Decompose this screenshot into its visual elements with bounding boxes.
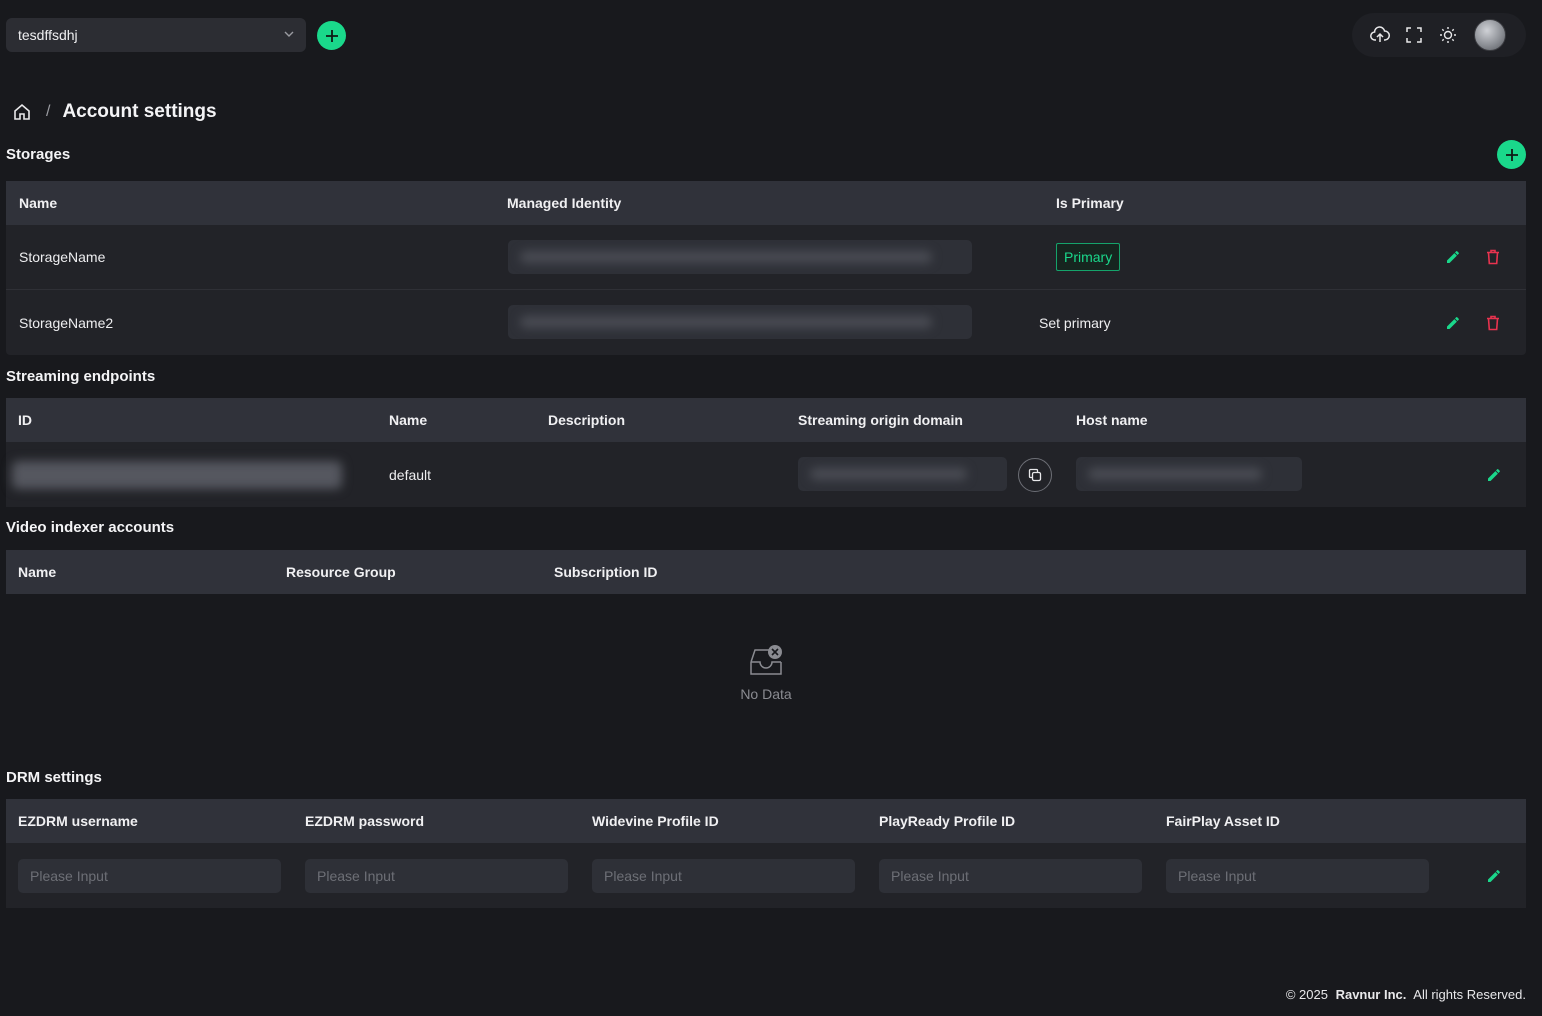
endpoint-name: default bbox=[389, 466, 432, 483]
chevron-down-icon bbox=[284, 31, 294, 37]
edit-icon[interactable] bbox=[1485, 466, 1503, 484]
column-header: Description bbox=[548, 412, 626, 428]
storage-name: StorageName2 bbox=[19, 314, 114, 331]
managed-identity-value bbox=[508, 240, 972, 274]
edit-icon[interactable] bbox=[1444, 314, 1462, 332]
edit-icon[interactable] bbox=[1485, 867, 1503, 885]
fairplay-asset-id-input[interactable] bbox=[1166, 858, 1429, 893]
column-header: Managed Identity bbox=[507, 195, 622, 211]
footer-rights: All rights Reserved. bbox=[1413, 987, 1526, 1002]
storage-name: StorageName bbox=[19, 249, 106, 265]
plus-icon bbox=[1505, 148, 1518, 161]
primary-badge: Primary bbox=[1056, 243, 1121, 271]
footer: © 2025 Ravnur Inc. All rights Reserved. bbox=[1286, 987, 1526, 1002]
copy-button[interactable] bbox=[1018, 457, 1052, 492]
column-header: Subscription ID bbox=[554, 564, 658, 580]
delete-icon[interactable] bbox=[1484, 314, 1502, 332]
page-title: Account settings bbox=[62, 101, 217, 122]
fullscreen-icon[interactable] bbox=[1404, 25, 1424, 45]
table-header: Name Managed Identity Is Primary bbox=[6, 181, 1526, 225]
edit-icon[interactable] bbox=[1444, 248, 1462, 266]
table-header: EZDRM username EZDRM password Widevine P… bbox=[6, 799, 1526, 843]
streaming-origin-domain-value bbox=[798, 457, 1007, 491]
table-row: StorageName2 Set primary bbox=[6, 290, 1526, 355]
host-name-value bbox=[1076, 457, 1302, 491]
table-row: StorageName Primary bbox=[6, 225, 1526, 290]
empty-text: No Data bbox=[740, 686, 792, 702]
table-header: ID Name Description Streaming origin dom… bbox=[6, 398, 1526, 442]
playready-profile-id-input[interactable] bbox=[879, 858, 1142, 893]
top-toolbar bbox=[1352, 13, 1526, 57]
table-header: Name Resource Group Subscription ID bbox=[6, 550, 1526, 594]
delete-icon[interactable] bbox=[1484, 248, 1502, 266]
column-header: PlayReady Profile ID bbox=[879, 813, 1016, 829]
managed-identity-value bbox=[508, 305, 972, 339]
column-header: Name bbox=[389, 412, 428, 428]
column-header: Is Primary bbox=[1056, 195, 1124, 211]
column-header: Resource Group bbox=[286, 564, 396, 580]
table-row bbox=[6, 843, 1526, 908]
storages-title: Storages bbox=[6, 146, 71, 163]
empty-state: No Data bbox=[6, 640, 1526, 702]
footer-copyright: © 2025 bbox=[1285, 987, 1328, 1002]
widevine-profile-id-input[interactable] bbox=[592, 858, 855, 893]
drm-settings-table: EZDRM username EZDRM password Widevine P… bbox=[6, 799, 1526, 908]
ezdrm-password-input[interactable] bbox=[305, 858, 568, 893]
plus-icon bbox=[325, 29, 338, 42]
endpoint-id-value bbox=[12, 460, 342, 489]
column-header: Name bbox=[19, 195, 58, 211]
column-header: EZDRM username bbox=[18, 813, 138, 829]
table-row: default bbox=[6, 442, 1526, 507]
column-header: Host name bbox=[1076, 412, 1148, 428]
upload-cloud-icon[interactable] bbox=[1370, 25, 1390, 45]
theme-sun-icon[interactable] bbox=[1438, 25, 1458, 45]
column-header: ID bbox=[18, 412, 32, 428]
storages-table: Name Managed Identity Is Primary Storage… bbox=[6, 181, 1526, 355]
breadcrumb-separator: / bbox=[46, 103, 51, 120]
streaming-endpoints-table: ID Name Description Streaming origin dom… bbox=[6, 398, 1526, 507]
breadcrumb: / Account settings bbox=[12, 100, 217, 124]
column-header: Streaming origin domain bbox=[798, 412, 963, 428]
footer-company: Ravnur Inc. bbox=[1335, 987, 1407, 1002]
add-storage-button[interactable] bbox=[1497, 140, 1526, 169]
account-selector-value: tesdffsdhj bbox=[18, 27, 78, 43]
streaming-endpoints-title: Streaming endpoints bbox=[6, 368, 156, 385]
top-bar: tesdffsdhj bbox=[0, 0, 1542, 70]
home-icon[interactable] bbox=[12, 102, 32, 122]
video-indexer-title: Video indexer accounts bbox=[6, 519, 175, 536]
set-primary-button[interactable]: Set primary bbox=[1039, 315, 1111, 331]
ezdrm-username-input[interactable] bbox=[18, 858, 281, 893]
copy-icon bbox=[1028, 468, 1042, 481]
avatar[interactable] bbox=[1474, 19, 1506, 51]
account-selector[interactable]: tesdffsdhj bbox=[6, 18, 306, 52]
add-account-button[interactable] bbox=[317, 21, 346, 50]
column-header: FairPlay Asset ID bbox=[1166, 813, 1280, 829]
column-header: Name bbox=[18, 564, 57, 580]
video-indexer-table: Name Resource Group Subscription ID bbox=[6, 550, 1526, 594]
column-header: EZDRM password bbox=[305, 813, 425, 829]
empty-inbox-icon bbox=[746, 640, 786, 680]
column-header: Widevine Profile ID bbox=[592, 813, 719, 829]
drm-settings-title: DRM settings bbox=[6, 769, 102, 786]
